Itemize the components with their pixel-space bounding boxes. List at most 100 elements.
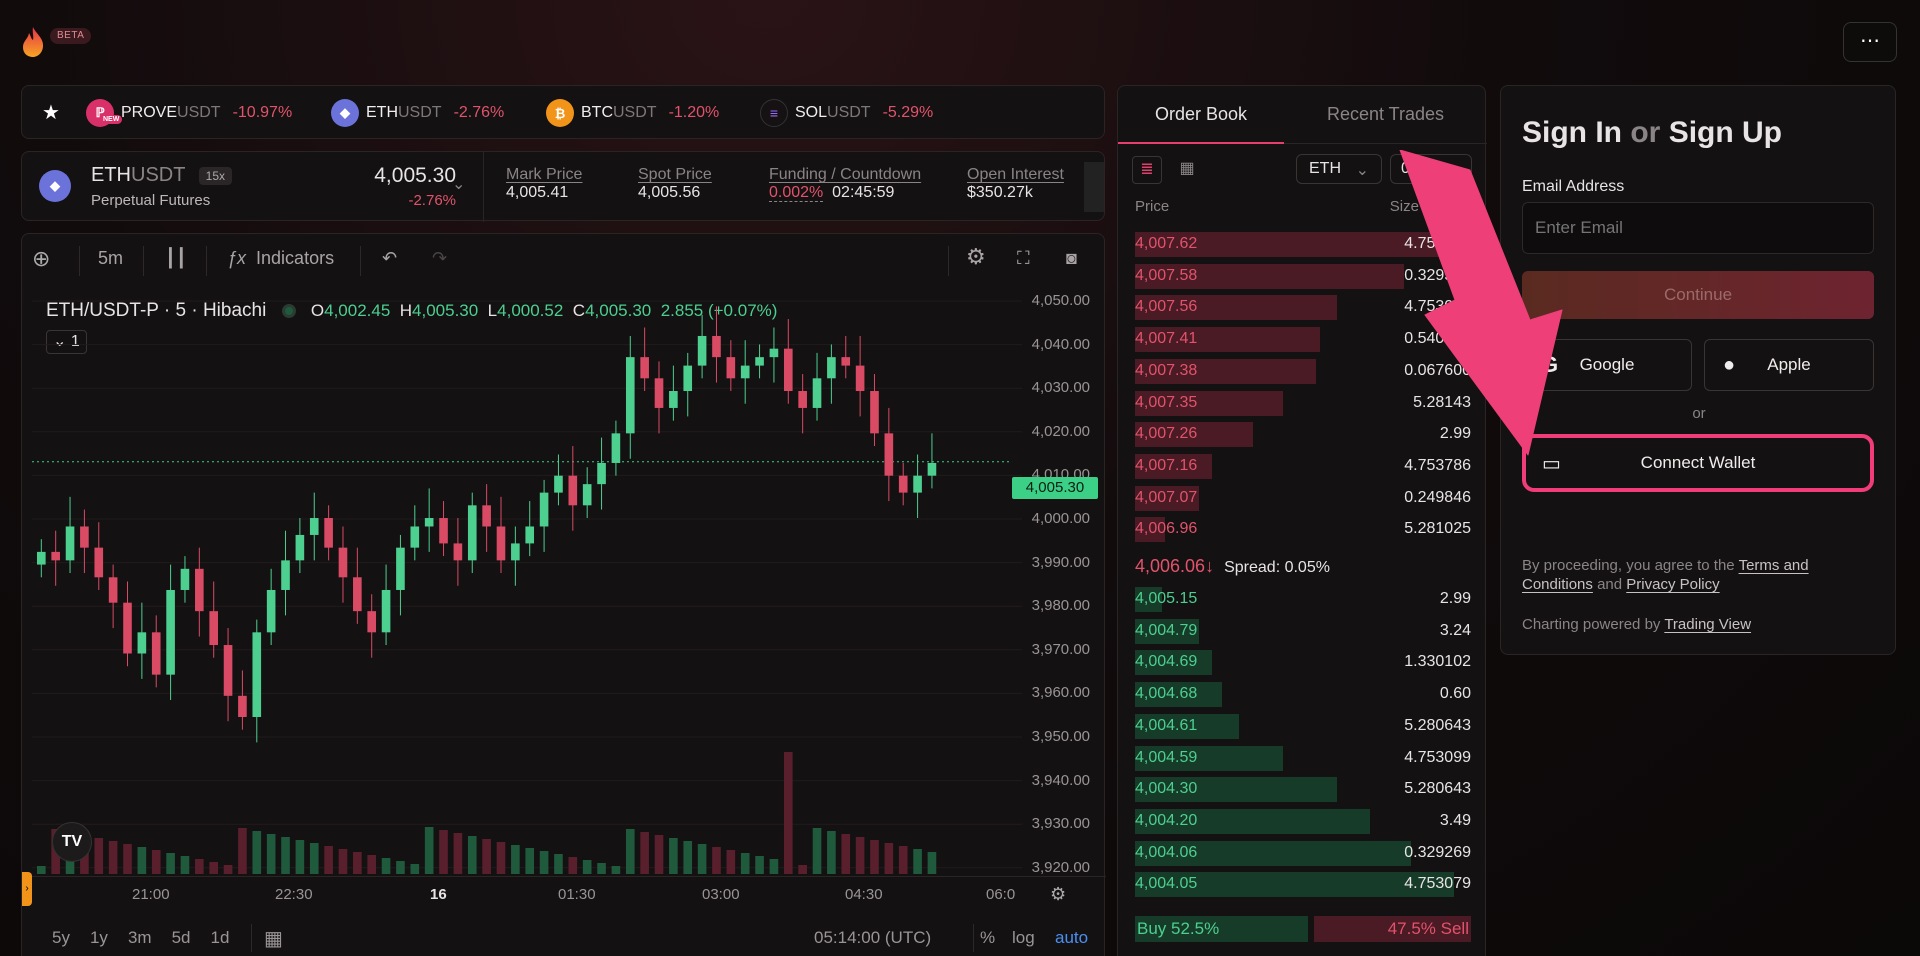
volume-bar	[798, 865, 807, 874]
tab-recent-trades[interactable]: Recent Trades	[1284, 86, 1487, 144]
candle	[424, 518, 434, 527]
continue-button[interactable]: Continue	[1522, 271, 1874, 319]
range-5y[interactable]: 5y	[52, 928, 70, 948]
volume-bar	[209, 862, 218, 874]
axis-settings-icon[interactable]: ⚙	[1050, 884, 1066, 905]
market-symbol[interactable]: ETHUSDT 15x	[91, 164, 233, 187]
ticker-item-sol[interactable]: ≡ SOL USDT -5.29%	[760, 86, 933, 140]
ask-row[interactable]: 4,007.38 0.067600	[1135, 357, 1471, 384]
bid-row[interactable]: 4,004.06 0.329269	[1135, 839, 1471, 866]
ticker-item-prove[interactable]: ℙ NEW PROVE USDT -10.97%	[86, 86, 292, 140]
volume-bar	[769, 859, 779, 874]
tab-order-book[interactable]: Order Book	[1118, 86, 1284, 144]
bid-row[interactable]: 4,004.61 5.280643	[1135, 712, 1471, 739]
hibachi-logo-icon[interactable]	[20, 26, 46, 58]
favorite-star-icon[interactable]: ★	[42, 100, 60, 125]
utc-time[interactable]: 05:14:00 (UTC)	[814, 928, 931, 948]
candle	[755, 357, 764, 366]
spot-price-label: Spot Price	[638, 166, 712, 183]
bid-row[interactable]: 4,004.69 1.330102	[1135, 648, 1471, 676]
row-size: 3.24	[1439, 621, 1471, 639]
chevron-down-icon[interactable]: ⌄	[452, 174, 465, 194]
row-price: 4,004.05	[1135, 875, 1198, 893]
book-view-grid-icon[interactable]: ▦	[1172, 156, 1202, 184]
row-size: 4.753724	[1404, 235, 1471, 252]
funding-stat: Funding / Countdown 0.002% 02:45:59	[769, 166, 921, 202]
volume-bar	[898, 846, 908, 874]
ask-row[interactable]: 4,007.26 2.99	[1135, 420, 1471, 448]
ticker-change: -5.29%	[882, 104, 934, 121]
ask-row[interactable]: 4,006.96 5.281025	[1135, 515, 1471, 543]
candle	[812, 378, 822, 408]
apple-button[interactable]: ● Apple	[1704, 339, 1874, 391]
ask-row[interactable]: 4,007.56 4.753099	[1135, 293, 1471, 321]
candle	[726, 357, 736, 379]
ticker-symbol: BTC	[581, 104, 613, 121]
ticker-item-btc[interactable]: ₿ BTC USDT -1.20%	[546, 86, 719, 140]
volume-bar	[180, 856, 190, 874]
volume-bar	[697, 844, 707, 874]
camera-icon[interactable]: ◙	[1066, 248, 1077, 269]
candlestick-plot[interactable]	[32, 234, 1032, 884]
tradingview-link[interactable]: Trading View	[1664, 616, 1751, 633]
ask-row[interactable]: 4,007.62 4.753724	[1135, 230, 1471, 257]
candle	[37, 551, 46, 565]
book-view-both-icon[interactable]: ≣	[1132, 156, 1162, 184]
ask-row[interactable]: 4,007.16 4.753786	[1135, 452, 1471, 479]
range-1y[interactable]: 1y	[90, 928, 108, 948]
row-size: 4.753099	[1404, 748, 1471, 766]
volume-bar	[266, 834, 276, 874]
google-button[interactable]: G Google	[1522, 339, 1692, 391]
candle	[927, 462, 937, 476]
bid-row[interactable]: 4,004.68 0.60	[1135, 680, 1471, 708]
candle	[281, 560, 290, 590]
x-tick-label: 04:30	[845, 886, 883, 903]
candle	[654, 378, 664, 408]
asset-select[interactable]: ETH ⌄	[1296, 154, 1382, 184]
ask-row[interactable]: 4,007.58 0.329562	[1135, 262, 1471, 289]
tradingview-logo-icon[interactable]: TV	[52, 822, 92, 862]
bid-row[interactable]: 4,004.79 3.24	[1135, 617, 1471, 644]
row-price: 4,004.68	[1135, 685, 1198, 703]
spot-price-value: 4,005.56	[638, 184, 701, 201]
range-selector: 5y 1y 3m 5d 1d	[52, 928, 229, 948]
bid-row[interactable]: 4,004.30 5.280643	[1135, 775, 1471, 803]
google-label: Google	[1579, 355, 1635, 374]
volume-bar	[511, 845, 520, 874]
range-1d[interactable]: 1d	[210, 928, 229, 948]
row-size: 0.067600	[1404, 361, 1471, 379]
range-5d[interactable]: 5d	[172, 928, 191, 948]
bid-row[interactable]: 4,005.15 2.99	[1135, 585, 1471, 612]
volume-bar	[669, 838, 678, 874]
candle	[252, 632, 262, 717]
connect-wallet-button[interactable]: ▭ Connect Wallet	[1522, 434, 1874, 492]
ask-row[interactable]: 4,007.07 0.249846	[1135, 484, 1471, 511]
side-toggle-handle[interactable]: ›	[22, 872, 32, 906]
tick-value: 0.01	[1401, 160, 1433, 177]
ticker-item-eth[interactable]: ◆ ETH USDT -2.76%	[331, 86, 504, 140]
btc-icon: ₿	[546, 99, 574, 127]
ticker-change: -1.20%	[668, 104, 720, 121]
volume-bar	[166, 853, 175, 874]
title-or: or	[1630, 116, 1661, 149]
volume-bar	[223, 865, 233, 874]
market-quote: USDT	[131, 164, 186, 186]
bid-row[interactable]: 4,004.05 4.753079	[1135, 870, 1471, 898]
ask-row[interactable]: 4,007.41 0.540390	[1135, 325, 1471, 353]
bid-row[interactable]: 4,004.20 3.49	[1135, 807, 1471, 834]
price-chart-panel: ⊕ 5m ┃┃ ƒx Indicators ↶ ↷ ⚙ ⛶ ◙ ETH/USDT…	[21, 233, 1106, 956]
log-toggle[interactable]: log	[1012, 928, 1035, 948]
tick-size-select[interactable]: 0.01 ⌄	[1390, 154, 1472, 184]
ask-row[interactable]: 4,007.35 5.28143	[1135, 389, 1471, 416]
bid-row[interactable]: 4,004.59 4.753099	[1135, 744, 1471, 771]
range-3m[interactable]: 3m	[128, 928, 152, 948]
privacy-link[interactable]: Privacy Policy	[1626, 576, 1719, 593]
more-menu-button[interactable]: ⋯	[1843, 22, 1897, 62]
email-input[interactable]	[1522, 202, 1874, 254]
candle	[324, 518, 333, 548]
auto-toggle[interactable]: auto	[1055, 928, 1088, 948]
percent-toggle[interactable]: %	[980, 928, 995, 948]
calendar-icon[interactable]: ▦	[264, 926, 283, 951]
volume-bar	[238, 828, 247, 874]
connect-wallet-label: Connect Wallet	[1640, 453, 1756, 472]
